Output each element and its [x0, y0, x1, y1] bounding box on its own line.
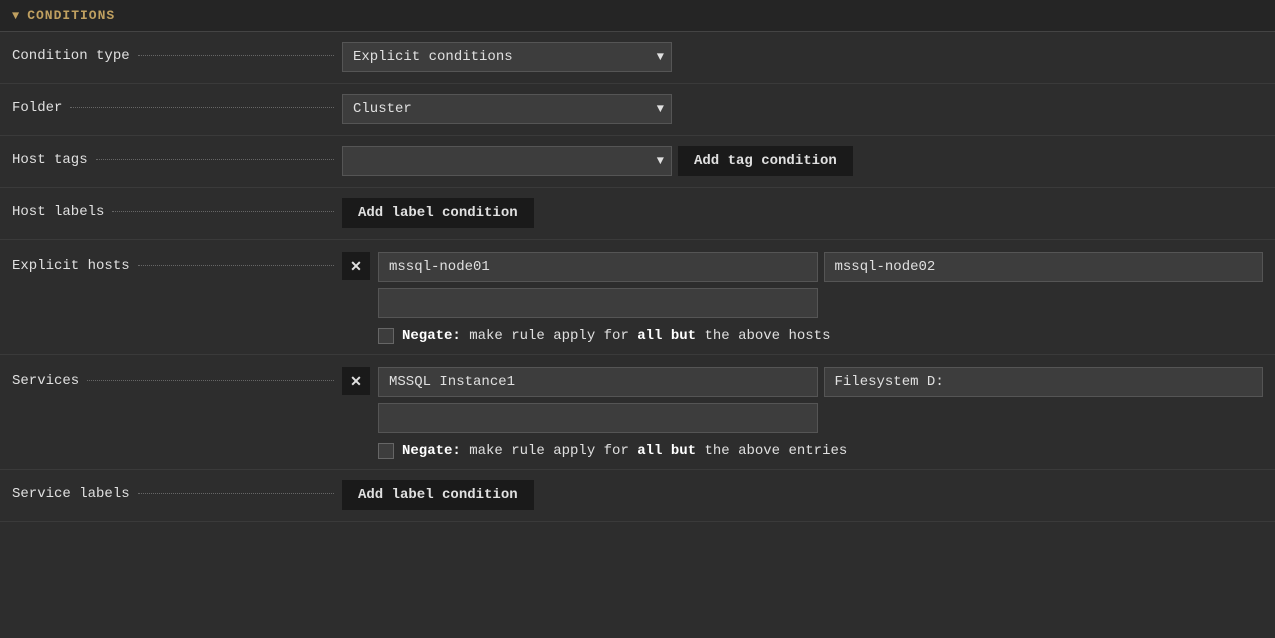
folder-label: Folder: [12, 100, 62, 116]
services-grid: [378, 367, 1263, 433]
folder-select-wrapper: Cluster Main directory ▼: [342, 94, 672, 124]
explicit-hosts-negate-middle: make rule apply for: [461, 328, 637, 344]
condition-type-select[interactable]: Explicit conditions All hosts Host tags …: [342, 42, 672, 72]
services-inputs: [378, 367, 1263, 433]
services-negate-suffix: the above entries: [696, 443, 847, 459]
services-clear-button[interactable]: ✕: [342, 367, 370, 395]
collapse-chevron[interactable]: ▼: [12, 9, 19, 23]
explicit-host-input-2[interactable]: [824, 252, 1264, 282]
condition-type-content: Explicit conditions All hosts Host tags …: [342, 42, 1263, 72]
host-tags-dots: [96, 159, 334, 160]
host-tags-row: Host tags ▼ Add tag condition: [0, 136, 1275, 188]
services-label-col: Services: [12, 367, 342, 389]
host-tags-select-wrapper: ▼: [342, 146, 672, 176]
host-tags-select[interactable]: [342, 146, 672, 176]
add-host-label-condition-button[interactable]: Add label condition: [342, 198, 534, 228]
host-tags-content: ▼ Add tag condition: [342, 146, 1263, 176]
conditions-title: CONDITIONS: [27, 8, 115, 23]
folder-select[interactable]: Cluster Main directory: [342, 94, 672, 124]
services-label: Services: [12, 373, 79, 389]
service-labels-dots: [138, 493, 334, 494]
explicit-host-input-3[interactable]: [378, 288, 818, 318]
conditions-header: ▼ CONDITIONS: [0, 0, 1275, 32]
services-negate-label: Negate:: [402, 443, 461, 459]
explicit-hosts-negate-suffix: the above hosts: [696, 328, 830, 344]
condition-type-label: Condition type: [12, 48, 130, 64]
add-tag-condition-button[interactable]: Add tag condition: [678, 146, 853, 176]
explicit-hosts-negate-text: Negate: make rule apply for all but the …: [402, 328, 830, 344]
explicit-host-input-1[interactable]: [378, 252, 818, 282]
folder-dots: [70, 107, 334, 108]
explicit-hosts-content: ✕ Negate: make rule apply for all but th…: [342, 252, 1263, 344]
services-content: ✕ Negate: make rule apply for all but th…: [342, 367, 1263, 459]
explicit-hosts-negate-checkbox[interactable]: [378, 328, 394, 344]
condition-type-select-wrapper: Explicit conditions All hosts Host tags …: [342, 42, 672, 72]
host-labels-dots: [112, 211, 334, 212]
folder-label-col: Folder: [12, 94, 342, 116]
folder-content: Cluster Main directory ▼: [342, 94, 1263, 124]
folder-row: Folder Cluster Main directory ▼: [0, 84, 1275, 136]
service-labels-content: Add label condition: [342, 480, 1263, 510]
service-input-2[interactable]: [824, 367, 1264, 397]
explicit-hosts-dots: [138, 265, 334, 266]
condition-type-dots: [138, 55, 334, 56]
explicit-hosts-negate-bold: all but: [637, 328, 696, 344]
host-labels-row: Host labels Add label condition: [0, 188, 1275, 240]
services-negate-bold: all but: [637, 443, 696, 459]
host-labels-label-col: Host labels: [12, 198, 342, 220]
service-input-1[interactable]: [378, 367, 818, 397]
service-labels-row: Service labels Add label condition: [0, 470, 1275, 522]
explicit-hosts-negate-row: Negate: make rule apply for all but the …: [378, 328, 1275, 344]
explicit-hosts-main: ✕: [342, 252, 1263, 318]
host-labels-label: Host labels: [12, 204, 104, 220]
services-negate-checkbox[interactable]: [378, 443, 394, 459]
host-labels-content: Add label condition: [342, 198, 1263, 228]
services-main: ✕: [342, 367, 1263, 433]
explicit-hosts-label-col: Explicit hosts: [12, 252, 342, 274]
condition-type-label-col: Condition type: [12, 42, 342, 64]
condition-type-row: Condition type Explicit conditions All h…: [0, 32, 1275, 84]
services-negate-middle: make rule apply for: [461, 443, 637, 459]
explicit-hosts-label: Explicit hosts: [12, 258, 130, 274]
services-negate-text: Negate: make rule apply for all but the …: [402, 443, 847, 459]
host-tags-label-col: Host tags: [12, 146, 342, 168]
service-labels-label: Service labels: [12, 486, 130, 502]
add-service-label-condition-button[interactable]: Add label condition: [342, 480, 534, 510]
host-tags-label: Host tags: [12, 152, 88, 168]
service-input-3[interactable]: [378, 403, 818, 433]
explicit-hosts-clear-button[interactable]: ✕: [342, 252, 370, 280]
explicit-hosts-negate-label: Negate:: [402, 328, 461, 344]
explicit-hosts-grid: [378, 252, 1263, 318]
explicit-hosts-inputs: [378, 252, 1263, 318]
explicit-hosts-row: Explicit hosts ✕ Negate: make rule: [0, 240, 1275, 355]
services-dots: [87, 380, 334, 381]
services-negate-row: Negate: make rule apply for all but the …: [378, 443, 1275, 459]
services-row: Services ✕ Negate: make rule apply: [0, 355, 1275, 470]
conditions-panel: ▼ CONDITIONS Condition type Explicit con…: [0, 0, 1275, 522]
service-labels-label-col: Service labels: [12, 480, 342, 502]
